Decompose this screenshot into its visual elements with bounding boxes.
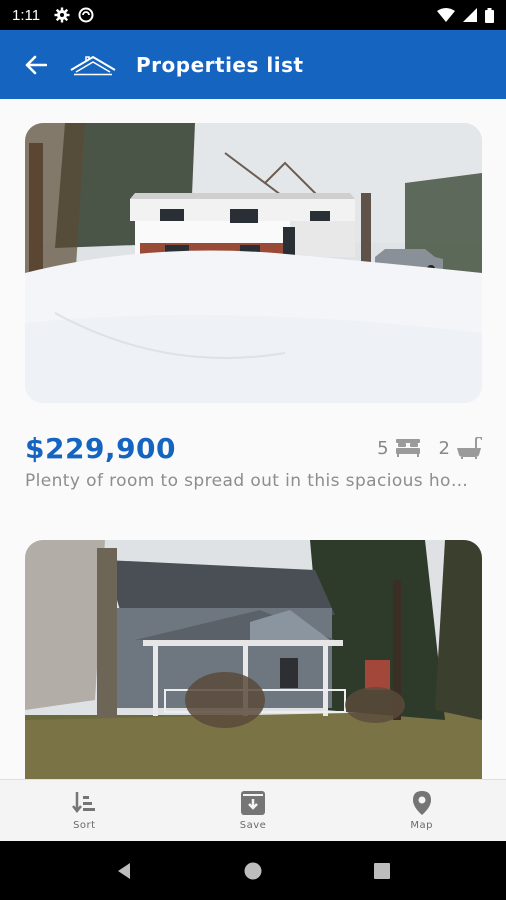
wifi-icon bbox=[437, 8, 455, 22]
sort-label: Sort bbox=[73, 820, 96, 831]
back-arrow-icon bbox=[25, 55, 47, 74]
status-bar: 1:11 bbox=[0, 0, 506, 30]
system-home-icon[interactable] bbox=[243, 861, 263, 881]
bathrooms-stat: 2 bbox=[439, 437, 482, 459]
property-description: Plenty of room to spread out in this spa… bbox=[25, 471, 471, 491]
save-button[interactable]: Save bbox=[169, 780, 338, 841]
bed-icon bbox=[395, 439, 420, 457]
property-photo[interactable] bbox=[25, 540, 482, 779]
settings-icon bbox=[54, 7, 70, 23]
signal-icon bbox=[463, 8, 477, 22]
back-button[interactable] bbox=[22, 51, 50, 79]
system-recents-icon[interactable] bbox=[372, 861, 392, 881]
bathrooms-count: 2 bbox=[438, 437, 450, 459]
property-photo[interactable] bbox=[25, 123, 482, 403]
map-button[interactable]: Map bbox=[337, 780, 506, 841]
property-card[interactable]: $229,900 5 2 Plenty of room to spread ou… bbox=[25, 123, 482, 491]
save-label: Save bbox=[239, 820, 267, 831]
status-time: 1:11 bbox=[12, 6, 41, 24]
save-icon bbox=[241, 791, 265, 815]
property-list[interactable]: $229,900 5 2 Plenty of room to spread ou… bbox=[0, 99, 506, 779]
map-pin-icon bbox=[412, 791, 431, 815]
page-title: Properties list bbox=[136, 52, 304, 77]
bottom-navigation: Sort Save Map bbox=[0, 779, 506, 841]
sort-icon bbox=[72, 792, 96, 814]
bedrooms-stat: 5 bbox=[377, 438, 420, 459]
sort-button[interactable]: Sort bbox=[0, 780, 169, 841]
house-logo-icon bbox=[70, 55, 116, 75]
property-card[interactable] bbox=[25, 540, 482, 779]
battery-icon bbox=[485, 7, 494, 23]
bedrooms-count: 5 bbox=[377, 437, 389, 459]
property-price: $229,900 bbox=[25, 431, 177, 465]
system-back-icon[interactable] bbox=[114, 861, 134, 881]
app-bar: Properties list bbox=[0, 30, 506, 99]
data-saver-icon bbox=[78, 7, 94, 23]
system-navigation-bar bbox=[0, 841, 506, 900]
map-label: Map bbox=[410, 820, 433, 831]
bathtub-icon bbox=[457, 437, 482, 459]
